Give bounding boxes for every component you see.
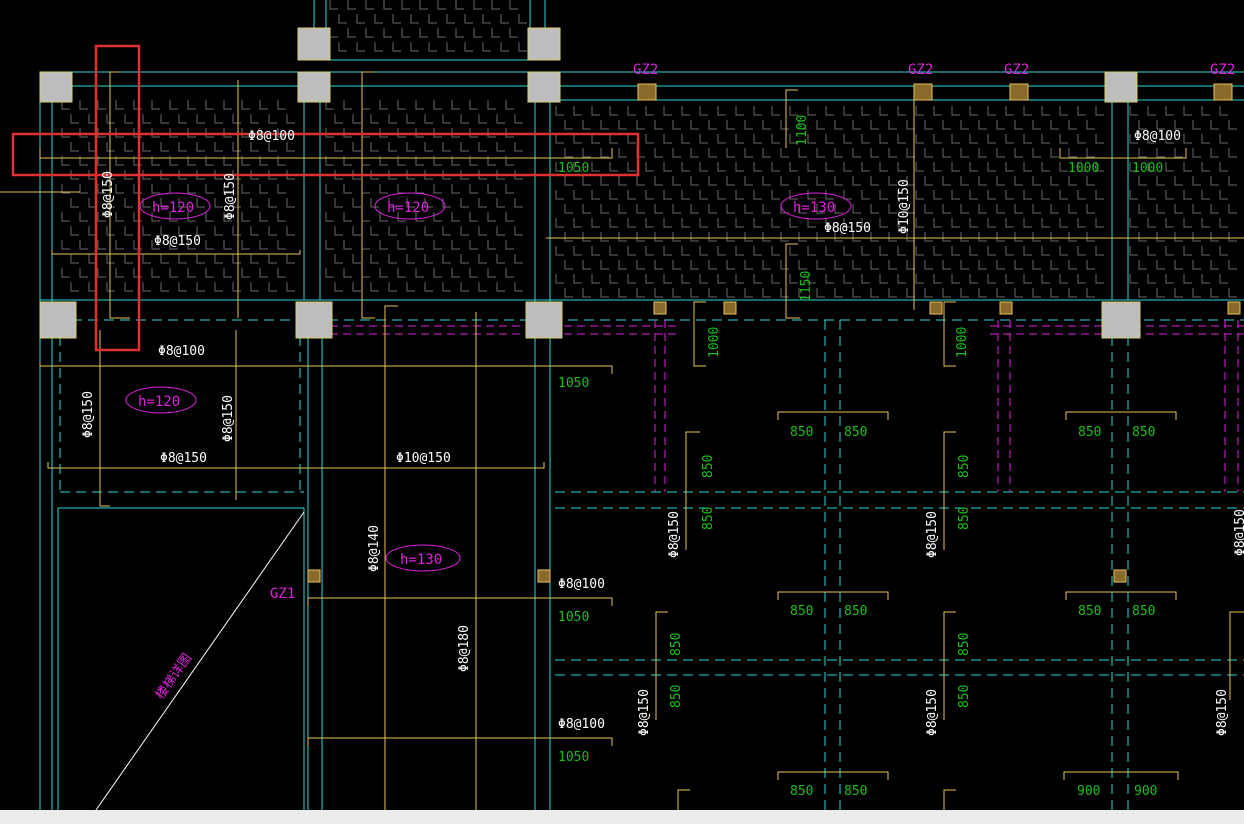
hatched-column-icon xyxy=(913,83,933,101)
hatched-column-icon xyxy=(1213,83,1233,101)
concrete-column-icon xyxy=(297,71,331,103)
rebar-spec-label: Φ8@150 xyxy=(824,221,871,236)
dimension-label: 1050 xyxy=(558,161,589,176)
dimension-label: 1000 xyxy=(707,327,722,358)
hatched-column-icon xyxy=(637,83,657,101)
dimension-label: 850 xyxy=(1078,604,1101,619)
dimension-label: 850 xyxy=(957,685,972,708)
slab-thickness-label: h=120 xyxy=(138,394,180,410)
rebar-spec-label: Φ8@100 xyxy=(1134,129,1181,144)
gz1-label: GZ1 xyxy=(270,586,295,602)
hatched-column-icon xyxy=(1113,569,1127,583)
dimension-label: 850 xyxy=(1132,425,1155,440)
rebar-spec-label: Φ8@100 xyxy=(158,344,205,359)
rebar-spec-label: Φ8@150 xyxy=(1215,689,1230,736)
floor-plan-drawing[interactable]: GZ2 GZ2 GZ2 GZ2 GZ1 h=120 h=120 h=130 h=… xyxy=(0,0,1244,810)
slab-thickness-label: h=130 xyxy=(400,552,442,568)
slab-thickness-label: h=130 xyxy=(793,200,835,216)
dimension-label: 850 xyxy=(701,507,716,530)
rebar-spec-label: Φ8@180 xyxy=(457,625,472,672)
dimension-label: 1050 xyxy=(558,750,589,765)
concrete-column-icon xyxy=(527,71,561,103)
concrete-column-icon xyxy=(297,27,331,61)
rebar-spec-label: Φ8@100 xyxy=(248,129,295,144)
dimension-label: 850 xyxy=(790,425,813,440)
dimension-label: 1000 xyxy=(955,327,970,358)
dimension-label: 900 xyxy=(1077,784,1100,799)
dimension-label: 850 xyxy=(844,604,867,619)
concrete-column-icon xyxy=(527,27,561,61)
dimension-label: 1050 xyxy=(558,376,589,391)
rebar-spec-label: Φ8@150 xyxy=(925,689,940,736)
dimension-label: 850 xyxy=(669,633,684,656)
rebar-spec-label: Φ8@150 xyxy=(160,451,207,466)
rebar-spec-label: Φ8@140 xyxy=(367,525,382,572)
rebar-spec-label: Φ8@100 xyxy=(558,717,605,732)
hatched-column-icon xyxy=(929,301,943,315)
dimension-label: 900 xyxy=(1134,784,1157,799)
hatched-column-icon xyxy=(1227,301,1241,315)
rebar-spec-label: Φ8@150 xyxy=(81,391,96,438)
rebar-spec-label: Φ10@150 xyxy=(396,451,451,466)
dimension-label: 850 xyxy=(957,633,972,656)
hatched-column-icon xyxy=(307,569,321,583)
slab-thickness-label: h=120 xyxy=(387,200,429,216)
dimension-label: 1000 xyxy=(1068,161,1099,176)
hatched-column-icon xyxy=(537,569,551,583)
hatched-column-icon xyxy=(1009,83,1029,101)
hatched-column-icon xyxy=(999,301,1013,315)
slab-thickness-label: h=120 xyxy=(152,200,194,216)
dimension-label: 850 xyxy=(957,455,972,478)
concrete-column-icon xyxy=(1101,301,1141,339)
dimension-label: 850 xyxy=(669,685,684,708)
dimension-label: 1150 xyxy=(799,271,814,302)
gz2-label: GZ2 xyxy=(908,62,933,78)
concrete-column-icon xyxy=(1104,71,1138,103)
dimension-label: 850 xyxy=(790,604,813,619)
rebar-spec-label: Φ8@100 xyxy=(558,577,605,592)
concrete-column-icon xyxy=(39,71,73,103)
concrete-column-icon xyxy=(295,301,333,339)
dimension-label: 850 xyxy=(1078,425,1101,440)
rebar-spec-label: Φ8@150 xyxy=(101,171,116,218)
dimension-label: 850 xyxy=(790,784,813,799)
dimension-label: 1000 xyxy=(1132,161,1163,176)
gz2-label: GZ2 xyxy=(633,62,658,78)
rebar-spec-label: Φ8@150 xyxy=(221,395,236,442)
dimension-label: 1100 xyxy=(795,115,810,146)
cad-drawing-canvas[interactable]: GZ2 GZ2 GZ2 GZ2 GZ1 h=120 h=120 h=130 h=… xyxy=(0,0,1244,810)
concrete-column-icon xyxy=(525,301,563,339)
gz2-label: GZ2 xyxy=(1004,62,1029,78)
hatched-column-icon xyxy=(723,301,737,315)
hatched-column-icon xyxy=(653,301,667,315)
rebar-spec-label: Φ8@150 xyxy=(637,689,652,736)
dimension-label: 850 xyxy=(844,784,867,799)
rebar-spec-label: Φ8@150 xyxy=(925,511,940,558)
rebar-spec-label: Φ8@150 xyxy=(667,511,682,558)
concrete-column-icon xyxy=(39,301,77,339)
rebar-spec-label: Φ8@150 xyxy=(154,234,201,249)
dimension-label: 850 xyxy=(957,507,972,530)
gz2-label: GZ2 xyxy=(1210,62,1235,78)
rebar-spec-label: Φ10@150 xyxy=(897,179,912,234)
rebar-spec-label: Φ8@150 xyxy=(1233,509,1244,556)
dimension-label: 1050 xyxy=(558,610,589,625)
status-bar xyxy=(0,810,1244,824)
rebar-spec-label: Φ8@150 xyxy=(223,173,238,220)
dimension-label: 850 xyxy=(701,455,716,478)
dimension-label: 850 xyxy=(844,425,867,440)
dimension-label: 850 xyxy=(1132,604,1155,619)
